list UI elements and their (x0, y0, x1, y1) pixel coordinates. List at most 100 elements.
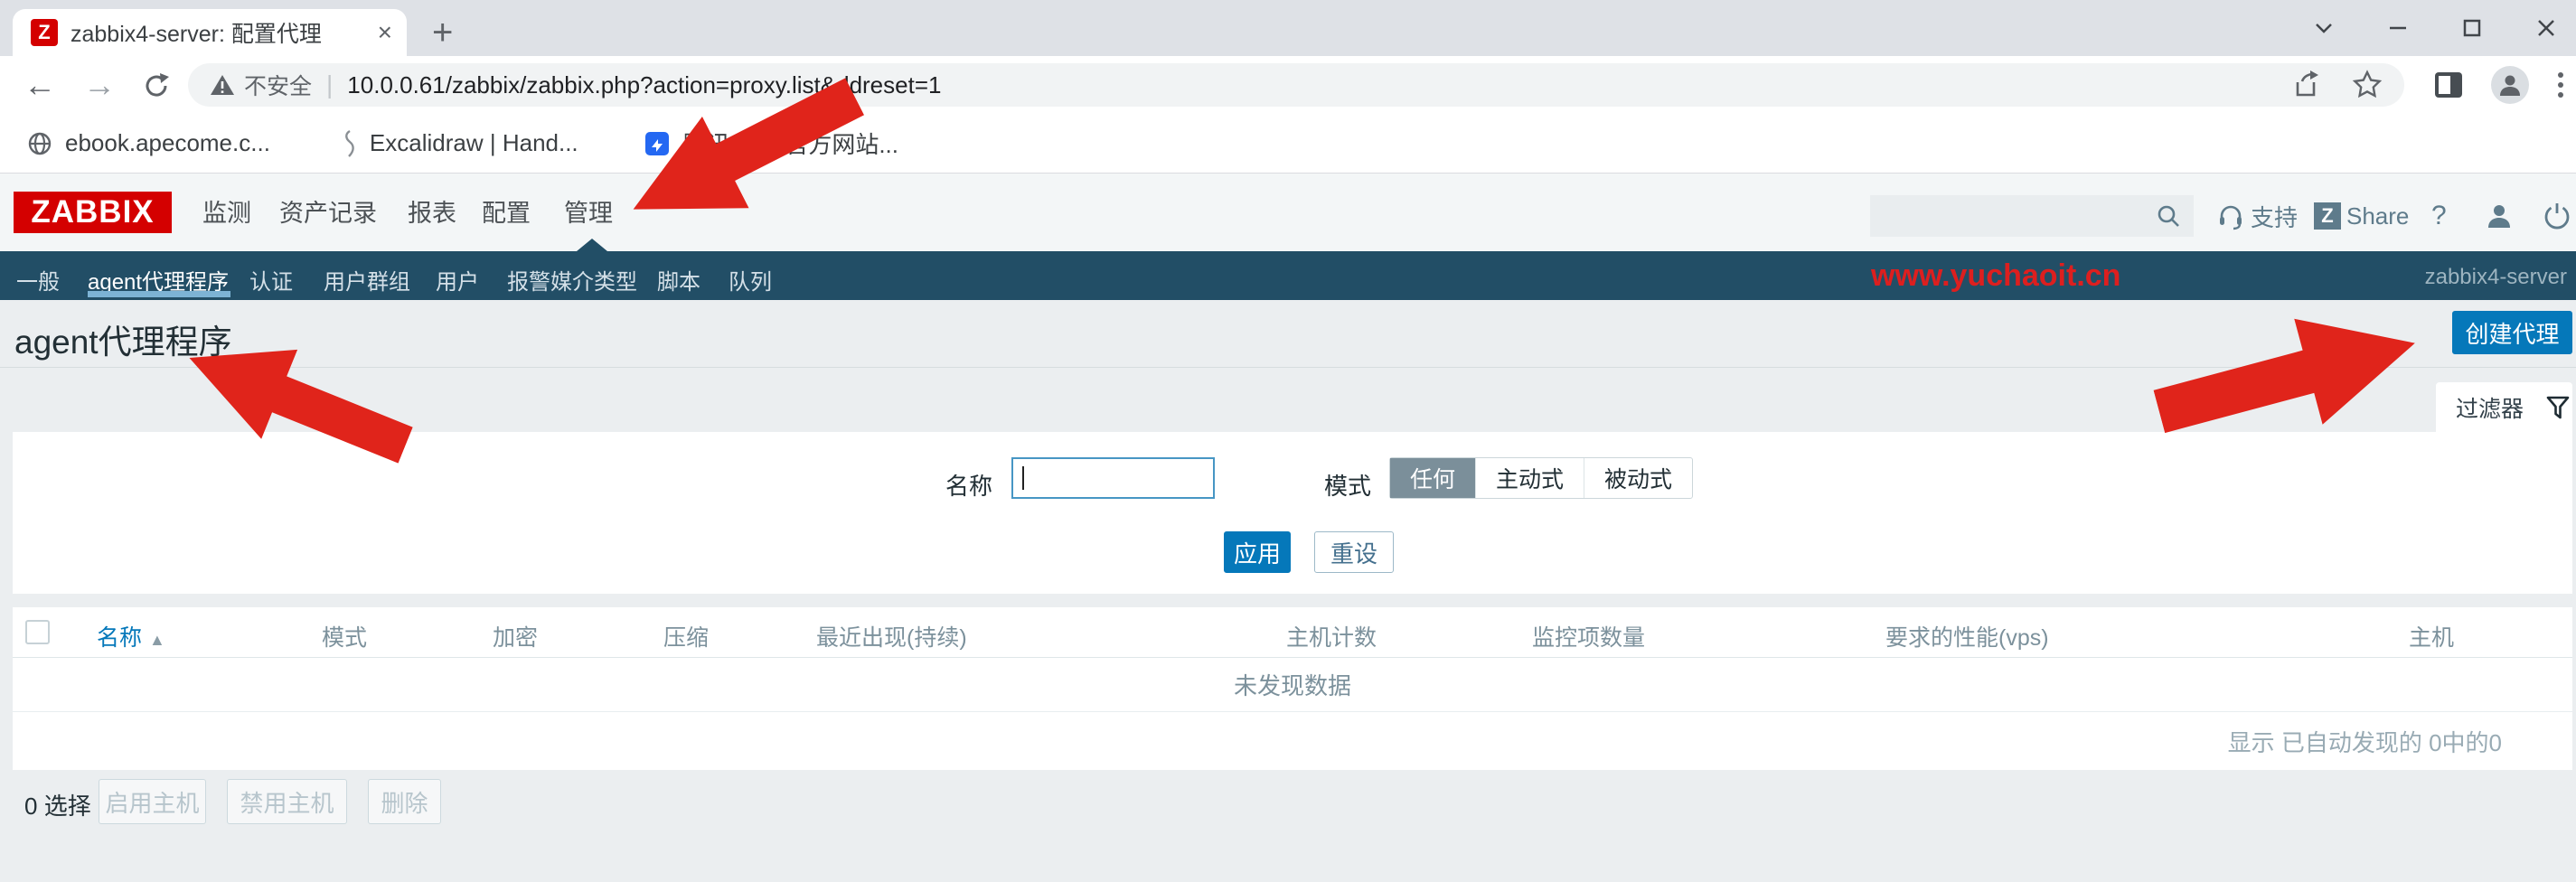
zabbix-favicon-icon: Z (31, 19, 58, 46)
filter-name-label: 名称 (945, 468, 992, 502)
mass-action-bar: 0 选择 启用主机 禁用主机 删除 (0, 779, 2576, 824)
share-icon[interactable] (2290, 70, 2321, 100)
tab-title: zabbix4-server: 配置代理 (71, 16, 369, 49)
filter-panel: 名称 模式 任何 主动式 被动式 应用 重设 (13, 432, 2572, 594)
column-last-seen: 最近出现(持续) (816, 620, 967, 652)
sort-asc-icon: ▲ (149, 631, 165, 649)
column-required-performance: 要求的性能(vps) (1885, 620, 2049, 652)
chevron-down-icon[interactable] (2310, 14, 2337, 42)
subnav-user-groups[interactable]: 用户群组 (324, 264, 410, 296)
support-label: 支持 (2251, 200, 2298, 233)
menu-inventory[interactable]: 资产记录 (279, 193, 377, 229)
bookmark-excalidraw[interactable]: Excalidraw | Hand... (343, 129, 578, 158)
disable-hosts-button[interactable]: 禁用主机 (227, 779, 347, 824)
subnav-authentication[interactable]: 认证 (249, 264, 293, 296)
browser-menu-icon[interactable] (2554, 70, 2567, 100)
column-host-count: 主机计数 (1286, 620, 1377, 652)
profile-avatar[interactable] (2491, 66, 2529, 104)
filter-tab-label: 过滤器 (2456, 391, 2524, 424)
mode-segmented-control: 任何 主动式 被动式 (1389, 457, 1693, 499)
forward-button[interactable]: → (83, 69, 116, 101)
watermark-text: www.yuchaoit.cn (1871, 258, 2120, 294)
table-header-row: 名称▲ 模式 加密 压缩 最近出现(持续) 主机计数 监控项数量 要求的性能(v… (13, 607, 2572, 658)
reload-button[interactable] (141, 70, 172, 101)
subnav-users[interactable]: 用户 (436, 264, 479, 296)
selected-count: 0 选择 (24, 788, 91, 821)
proxy-table: 名称▲ 模式 加密 压缩 最近出现(持续) 主机计数 监控项数量 要求的性能(v… (13, 607, 2572, 770)
bookmark-star-icon[interactable] (2352, 70, 2383, 100)
headset-icon (2216, 202, 2245, 230)
globe-icon (27, 131, 52, 156)
column-hosts: 主机 (2409, 620, 2454, 652)
menu-administration[interactable]: 管理 (564, 193, 613, 229)
subnav-queue[interactable]: 队列 (729, 264, 772, 296)
person-icon (2496, 71, 2524, 99)
bookmark-tencent-docs[interactable]: 腾讯文档-官方网站... (644, 127, 898, 160)
server-name: zabbix4-server (2425, 265, 2567, 290)
text-caret (1022, 466, 1024, 490)
browser-tab[interactable]: Z zabbix4-server: 配置代理 × (13, 9, 407, 56)
browser-toolbar: ← → 不安全 | 10.0.0.61/zabbix/zabbix.php?ac… (0, 56, 2576, 114)
browser-tab-strip: Z zabbix4-server: 配置代理 × + (0, 0, 2576, 56)
table-footer-summary: 显示 已自动发现的 0中的0 (13, 712, 2572, 770)
menu-reports[interactable]: 报表 (408, 193, 456, 229)
logout-power-icon[interactable] (2542, 201, 2572, 231)
back-button[interactable]: ← (24, 69, 56, 101)
minimize-icon[interactable] (2384, 14, 2411, 42)
tencent-docs-icon (644, 130, 671, 157)
subnav-general[interactable]: 一般 (16, 264, 60, 296)
select-all-checkbox[interactable] (25, 620, 50, 644)
share-link[interactable]: Z Share (2314, 195, 2409, 237)
tab-close-icon[interactable]: × (378, 20, 392, 45)
mode-option-any[interactable]: 任何 (1390, 458, 1476, 498)
mode-option-passive[interactable]: 被动式 (1584, 458, 1692, 498)
maximize-icon[interactable] (2458, 14, 2486, 42)
screen: Z zabbix4-server: 配置代理 × + ← → 不安全 | 1 (0, 0, 2576, 882)
column-name[interactable]: 名称▲ (97, 620, 165, 652)
zabbix-logo[interactable]: ZABBIX (14, 192, 172, 233)
create-proxy-button[interactable]: 创建代理 (2452, 311, 2572, 354)
not-secure-warning-icon[interactable] (210, 73, 235, 97)
title-divider (0, 367, 2576, 368)
window-controls (2310, 0, 2576, 56)
address-bar[interactable]: 不安全 | 10.0.0.61/zabbix/zabbix.php?action… (188, 63, 2404, 107)
search-input[interactable] (1870, 195, 2194, 237)
subnav-scripts[interactable]: 脚本 (657, 264, 700, 296)
column-item-count: 监控项数量 (1532, 620, 1645, 652)
empty-table-message: 未发现数据 (13, 658, 2572, 712)
active-menu-notch (577, 239, 607, 251)
support-link[interactable]: 支持 (2216, 195, 2298, 237)
user-profile-icon[interactable] (2484, 201, 2515, 231)
bookmark-label: 腾讯文档-官方网站... (683, 127, 898, 160)
bookmark-ebook[interactable]: ebook.apecome.c... (27, 129, 270, 157)
apply-button[interactable]: 应用 (1224, 531, 1291, 573)
side-panel-icon[interactable] (2431, 68, 2466, 102)
column-encryption: 加密 (493, 620, 538, 652)
bookmarks-bar: ebook.apecome.c... Excalidraw | Hand... … (0, 114, 2576, 174)
column-compression: 压缩 (663, 620, 709, 652)
active-subnav-underline (88, 291, 230, 297)
filter-funnel-icon (2545, 395, 2571, 420)
menu-configuration[interactable]: 配置 (482, 193, 531, 229)
new-tab-button[interactable]: + (432, 11, 453, 54)
share-label: Share (2346, 202, 2409, 230)
toolbar-right (2431, 63, 2567, 107)
security-label[interactable]: 不安全 (244, 69, 312, 101)
enable-hosts-button[interactable]: 启用主机 (99, 779, 206, 824)
reset-button[interactable]: 重设 (1314, 531, 1394, 573)
admin-subnav: 一般 agent代理程序 认证 用户群组 用户 报警媒介类型 脚本 队列 www… (0, 251, 2576, 300)
menu-monitoring[interactable]: 监测 (202, 193, 251, 229)
close-window-icon[interactable] (2533, 14, 2560, 42)
help-link[interactable]: ? (2431, 195, 2447, 237)
url-text[interactable]: 10.0.0.61/zabbix/zabbix.php?action=proxy… (347, 71, 2276, 99)
delete-button[interactable]: 删除 (368, 779, 441, 824)
search-icon[interactable] (2156, 203, 2181, 229)
column-mode: 模式 (322, 620, 367, 652)
filter-tab[interactable]: 过滤器 (2436, 382, 2572, 433)
mode-option-active[interactable]: 主动式 (1476, 458, 1584, 498)
bookmark-label: Excalidraw | Hand... (370, 129, 578, 157)
zabbix-header: ZABBIX 监测 资产记录 报表 配置 管理 支持 Z Share ? (0, 174, 2576, 251)
subnav-media-types[interactable]: 报警媒介类型 (507, 264, 637, 296)
excalidraw-icon (343, 129, 357, 158)
filter-name-input[interactable] (1011, 457, 1215, 499)
